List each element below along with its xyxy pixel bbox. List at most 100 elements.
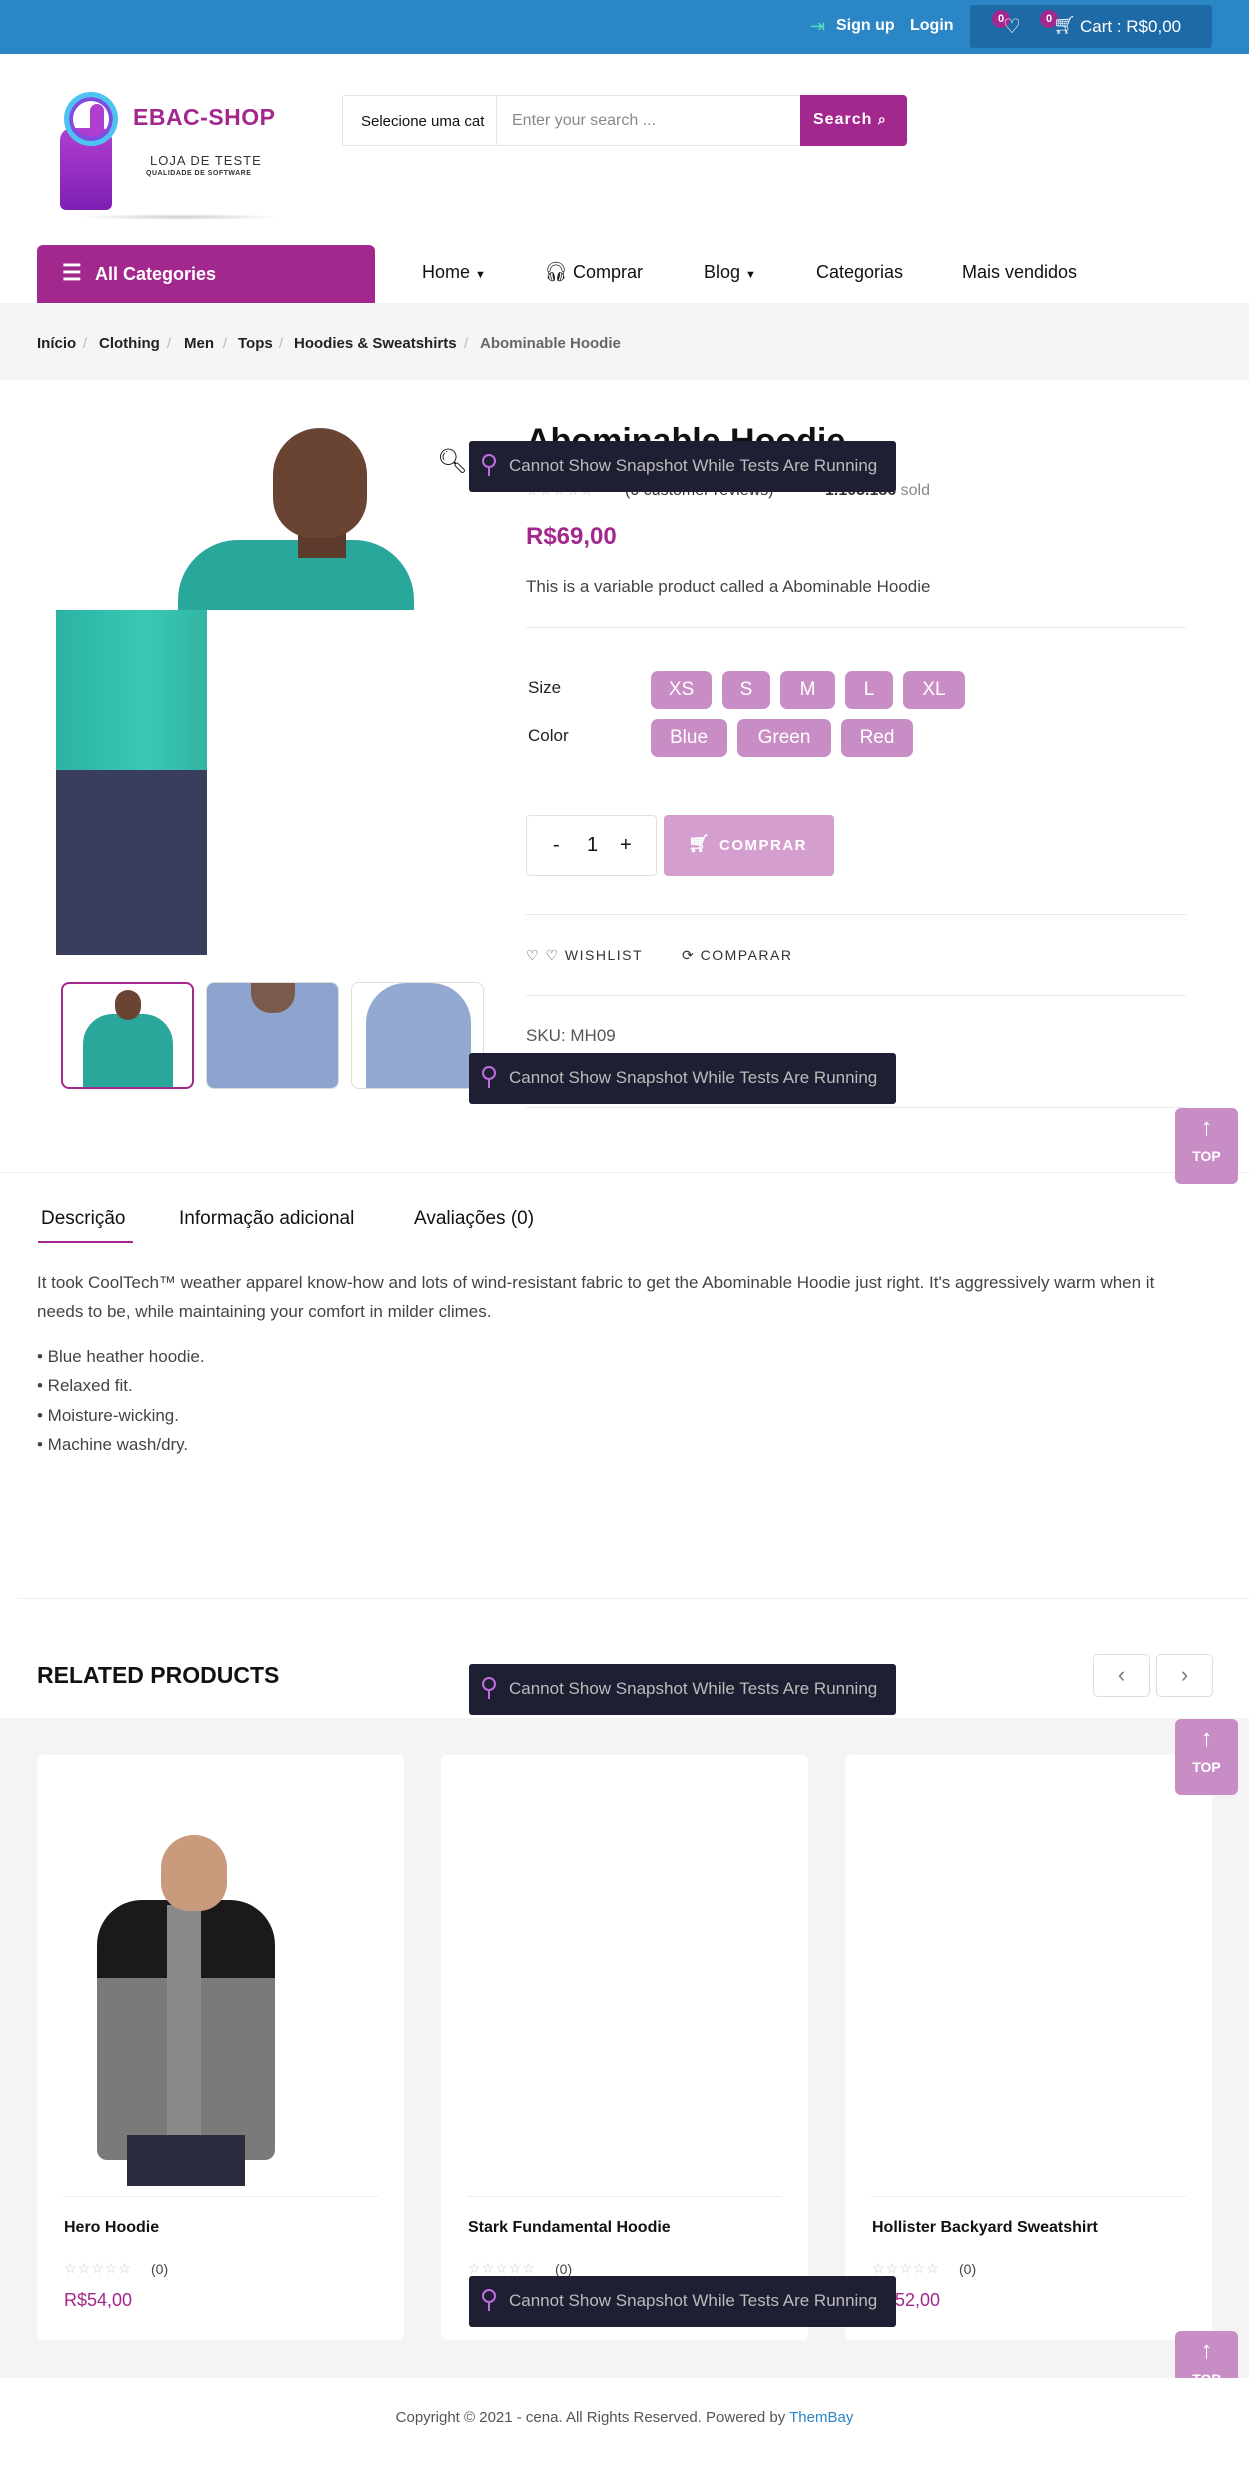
image-head-shape <box>273 428 367 538</box>
cart-box[interactable]: 0 ♡ 0 🛒︎ Cart : R$0,00 <box>970 5 1212 48</box>
logo-tagline: QUALIDADE DE SOFTWARE <box>146 170 252 177</box>
pin-icon <box>482 2289 496 2311</box>
compare-label: COMPARAR <box>700 947 793 963</box>
nav-home[interactable]: Home ▼ <box>422 262 486 283</box>
search-input[interactable] <box>498 96 808 145</box>
product-price: R$69,00 <box>526 523 617 550</box>
buy-button[interactable]: 🛒︎ COMPRAR <box>664 815 834 876</box>
breadcrumb-inicio[interactable]: Início <box>37 335 76 352</box>
breadcrumb-clothing[interactable]: Clothing <box>99 335 160 352</box>
buy-button-label: COMPRAR <box>719 837 807 854</box>
pin-icon <box>482 1066 496 1088</box>
wishlist-button[interactable]: ♡ ♡ WISHLIST <box>526 947 643 964</box>
product-card[interactable]: Hollister Backyard Sweatshirt ☆☆☆☆☆ (0) … <box>845 1755 1212 2340</box>
snapshot-toast: Cannot Show Snapshot While Tests Are Run… <box>469 441 896 492</box>
back-to-top-button[interactable]: ↑ TOP <box>1175 1108 1238 1184</box>
card-image-pants-shape <box>127 2135 245 2186</box>
top-button-label: TOP <box>1192 1148 1221 1164</box>
review-count: (0) <box>555 2261 573 2277</box>
search-icon: ⌕ <box>877 111 887 127</box>
qty-input[interactable]: 1 <box>587 834 598 857</box>
chevron-right-icon: › <box>1180 1662 1189 1687</box>
size-option-l[interactable]: L <box>845 671 893 709</box>
divider <box>526 627 1186 628</box>
all-categories-button[interactable]: ☰ All Categories <box>37 245 375 303</box>
login-link[interactable]: Login <box>910 17 954 35</box>
top-button-label: TOP <box>1192 1759 1221 1775</box>
color-option-blue[interactable]: Blue <box>651 719 727 757</box>
search-category-select[interactable]: Selecione uma cat <box>343 96 497 145</box>
product-card-name[interactable]: Hero Hoodie <box>64 2219 159 2237</box>
breadcrumb-men[interactable]: Men <box>184 335 214 352</box>
tab-avaliacoes[interactable]: Avaliações (0) <box>414 1208 534 1230</box>
logo-subtitle: LOJA DE TESTE <box>150 153 262 168</box>
signup-icon: ⇥ <box>810 16 826 36</box>
quantity-stepper: - 1 + <box>526 815 657 876</box>
thumb-hoodie-shape <box>366 983 471 1088</box>
carousel-next-button[interactable]: › <box>1156 1654 1213 1697</box>
product-card-name[interactable]: Stark Fundamental Hoodie <box>468 2219 671 2237</box>
rating-stars: ☆☆☆☆☆ <box>64 2260 132 2276</box>
back-to-top-button[interactable]: ↑ TOP <box>1175 1719 1238 1795</box>
size-option-xs[interactable]: XS <box>651 671 712 709</box>
cart-icon: 🛒︎ <box>688 834 712 853</box>
product-card-name[interactable]: Hollister Backyard Sweatshirt <box>872 2219 1098 2237</box>
image-pants-shape <box>56 770 207 955</box>
size-option-s[interactable]: S <box>722 671 770 709</box>
toast-message: Cannot Show Snapshot While Tests Are Run… <box>509 1679 878 1698</box>
cart-icon[interactable]: 🛒︎ <box>1053 15 1076 36</box>
top-bar: ⇥ Sign up Login 0 ♡ 0 🛒︎ Cart : R$0,00 <box>0 0 1249 54</box>
chevron-left-icon: ‹ <box>1117 1662 1126 1687</box>
zoom-icon[interactable]: 🔍︎ <box>437 447 467 476</box>
product-card[interactable]: Hero Hoodie ☆☆☆☆☆ (0) R$54,00 <box>37 1755 404 2340</box>
breadcrumb-tops[interactable]: Tops <box>238 335 273 352</box>
breadcrumb-current: Abominable Hoodie <box>480 335 621 352</box>
carousel-prev-button[interactable]: ‹ <box>1093 1654 1150 1697</box>
thumb-head-shape <box>115 990 141 1020</box>
qty-plus-button[interactable]: + <box>620 834 632 857</box>
caret-down-icon: ▼ <box>745 269 756 281</box>
sold-label: sold <box>900 482 930 499</box>
qty-minus-button[interactable]: - <box>553 834 560 857</box>
signup-link[interactable]: Sign up <box>836 17 895 35</box>
nav-comprar[interactable]: Comprar <box>573 262 643 283</box>
nav-blog-label: Blog <box>704 262 741 282</box>
size-option-m[interactable]: M <box>780 671 835 709</box>
search-box: Selecione uma cat <box>342 95 808 146</box>
product-thumbnail[interactable] <box>206 982 339 1089</box>
nav-mais-vendidos[interactable]: Mais vendidos <box>962 262 1077 283</box>
tab-descricao[interactable]: Descrição <box>41 1208 125 1230</box>
footer <box>0 2378 1249 2477</box>
thembay-link[interactable]: ThemBay <box>789 2409 853 2426</box>
product-card-price: R$54,00 <box>64 2290 133 2310</box>
cart-label[interactable]: Cart : R$0,00 <box>1080 17 1181 37</box>
all-categories-label: All Categories <box>95 264 217 284</box>
product-card[interactable]: Stark Fundamental Hoodie ☆☆☆☆☆ (0) <box>441 1755 808 2340</box>
arrow-up-icon: ↑ <box>1200 1725 1213 1752</box>
size-option-xl[interactable]: XL <box>903 671 965 709</box>
breadcrumb-hoodies[interactable]: Hoodies & Sweatshirts <box>294 335 457 352</box>
logo-title: EBAC-SHOP <box>133 104 276 130</box>
color-option-red[interactable]: Red <box>841 719 913 757</box>
divider <box>467 2196 782 2197</box>
product-sku: SKU: MH09 <box>526 1026 616 1045</box>
toast-message: Cannot Show Snapshot While Tests Are Run… <box>509 456 878 475</box>
heart-icon[interactable]: ♡ <box>1003 14 1021 39</box>
breadcrumb-separator: / <box>167 335 172 352</box>
breadcrumb-separator: / <box>223 335 228 352</box>
description-bullet: • Blue heather hoodie. <box>37 1347 205 1366</box>
caret-down-icon: ▼ <box>475 269 486 281</box>
search-button[interactable]: Search ⌕ <box>800 95 907 146</box>
nav-blog[interactable]: Blog ▼ <box>704 262 756 283</box>
description-bullet: • Machine wash/dry. <box>37 1435 189 1454</box>
description-paragraph: It took CoolTech™ weather apparel know-h… <box>37 1273 1155 1321</box>
compare-button[interactable]: ⟳ COMPARAR <box>682 947 792 964</box>
product-thumbnail[interactable] <box>351 982 484 1089</box>
review-count: (0) <box>959 2261 977 2277</box>
card-image-shirt-shape <box>167 1905 201 2155</box>
product-thumbnail[interactable] <box>61 982 194 1089</box>
tab-informacao-adicional[interactable]: Informação adicional <box>179 1208 354 1230</box>
color-label: Color <box>528 726 569 745</box>
nav-categorias[interactable]: Categorias <box>816 262 903 283</box>
color-option-green[interactable]: Green <box>737 719 831 757</box>
